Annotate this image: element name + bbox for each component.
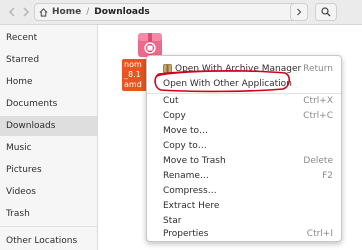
menu-item-extract-here[interactable]: Extract Here — [153, 198, 337, 213]
sidebar-item-music[interactable]: Music — [0, 138, 97, 158]
sidebar-item-label: Recent — [6, 33, 38, 43]
sidebar-item-label: Other Locations — [6, 236, 78, 246]
menu-item-label: Open With Other Application — [163, 78, 292, 89]
menu-item-open-with-other-application[interactable]: Open With Other Application — [153, 76, 337, 91]
menu-item-label: Open With Archive Manager — [175, 63, 302, 74]
menu-item-accel: Ctrl+C — [303, 110, 333, 121]
sidebar-item-other-locations[interactable]: Other Locations — [0, 231, 97, 250]
menu-item-move-to[interactable]: Move to… — [153, 123, 337, 138]
menu-item-properties[interactable]: Properties Ctrl+I — [153, 226, 337, 241]
sidebar-item-home[interactable]: Home — [0, 72, 97, 92]
sidebar-item-label: Documents — [6, 99, 58, 109]
path-home-button[interactable]: Home — [35, 4, 81, 20]
path-more-button[interactable] — [290, 3, 308, 21]
menu-item-accel: Delete — [303, 155, 333, 166]
path-bar: Home / Downloads — [34, 3, 296, 21]
sidebar-item-recent[interactable]: Recent — [0, 28, 97, 48]
sidebar-item-starred[interactable]: Starred — [0, 50, 97, 70]
context-menu: Open With Archive Manager Return Open Wi… — [146, 55, 342, 242]
sidebar-divider — [0, 226, 97, 227]
sidebar-item-label: Trash — [6, 209, 30, 219]
menu-item-open-with-archive-manager[interactable]: Open With Archive Manager Return — [153, 61, 337, 76]
menu-item-label: Move to Trash — [163, 155, 226, 166]
menu-item-rename[interactable]: Rename… F2 — [153, 168, 337, 183]
menu-item-cut[interactable]: Cut Ctrl+X — [153, 93, 337, 108]
forward-button[interactable] — [17, 3, 35, 21]
header-bar: Home / Downloads — [0, 0, 362, 25]
menu-item-label: Cut — [163, 95, 179, 106]
menu-item-label: Rename… — [163, 170, 209, 181]
search-icon — [321, 7, 331, 17]
file-manager-window: Home / Downloads Recent Starred Home Doc… — [0, 0, 362, 250]
menu-item-label: Star — [163, 215, 182, 226]
chevron-right-icon — [297, 8, 302, 16]
search-button[interactable] — [315, 3, 337, 21]
sidebar-item-label: Starred — [6, 55, 40, 65]
menu-item-label: Properties — [163, 228, 209, 239]
sidebar: Recent Starred Home Documents Downloads … — [0, 25, 98, 250]
sidebar-item-videos[interactable]: Videos — [0, 182, 97, 202]
menu-item-label: Copy — [163, 110, 186, 121]
menu-item-label: Move to… — [163, 125, 209, 136]
sidebar-item-pictures[interactable]: Pictures — [0, 160, 97, 180]
menu-item-accel: Ctrl+X — [303, 95, 333, 106]
menu-item-accel: Return — [303, 63, 333, 74]
menu-item-accel: Ctrl+I — [306, 228, 333, 239]
archive-manager-icon — [163, 64, 172, 73]
menu-item-copy-to[interactable]: Copy to… — [153, 138, 337, 153]
path-separator: / — [86, 7, 90, 17]
menu-item-copy[interactable]: Copy Ctrl+C — [153, 108, 337, 123]
menu-item-label: Extract Here — [163, 200, 220, 211]
chevron-right-icon — [23, 7, 30, 17]
sidebar-item-documents[interactable]: Documents — [0, 94, 97, 114]
menu-item-label: Compress… — [163, 185, 217, 196]
sidebar-item-trash[interactable]: Trash — [0, 204, 97, 224]
menu-item-move-to-trash[interactable]: Move to Trash Delete — [153, 153, 337, 168]
menu-item-accel: F2 — [322, 170, 333, 181]
sidebar-item-label: Videos — [6, 187, 36, 197]
home-icon — [39, 7, 48, 17]
path-current-folder[interactable]: Downloads — [94, 7, 150, 17]
chevron-left-icon — [8, 7, 15, 17]
sidebar-item-downloads[interactable]: Downloads — [0, 116, 97, 136]
menu-item-label: Copy to… — [163, 140, 207, 151]
sidebar-item-label: Pictures — [6, 165, 42, 175]
sidebar-item-label: Downloads — [6, 121, 56, 131]
menu-item-compress[interactable]: Compress… — [153, 183, 337, 198]
sidebar-item-label: Home — [6, 77, 33, 87]
sidebar-item-label: Music — [6, 143, 32, 153]
path-home-label: Home — [52, 7, 82, 17]
